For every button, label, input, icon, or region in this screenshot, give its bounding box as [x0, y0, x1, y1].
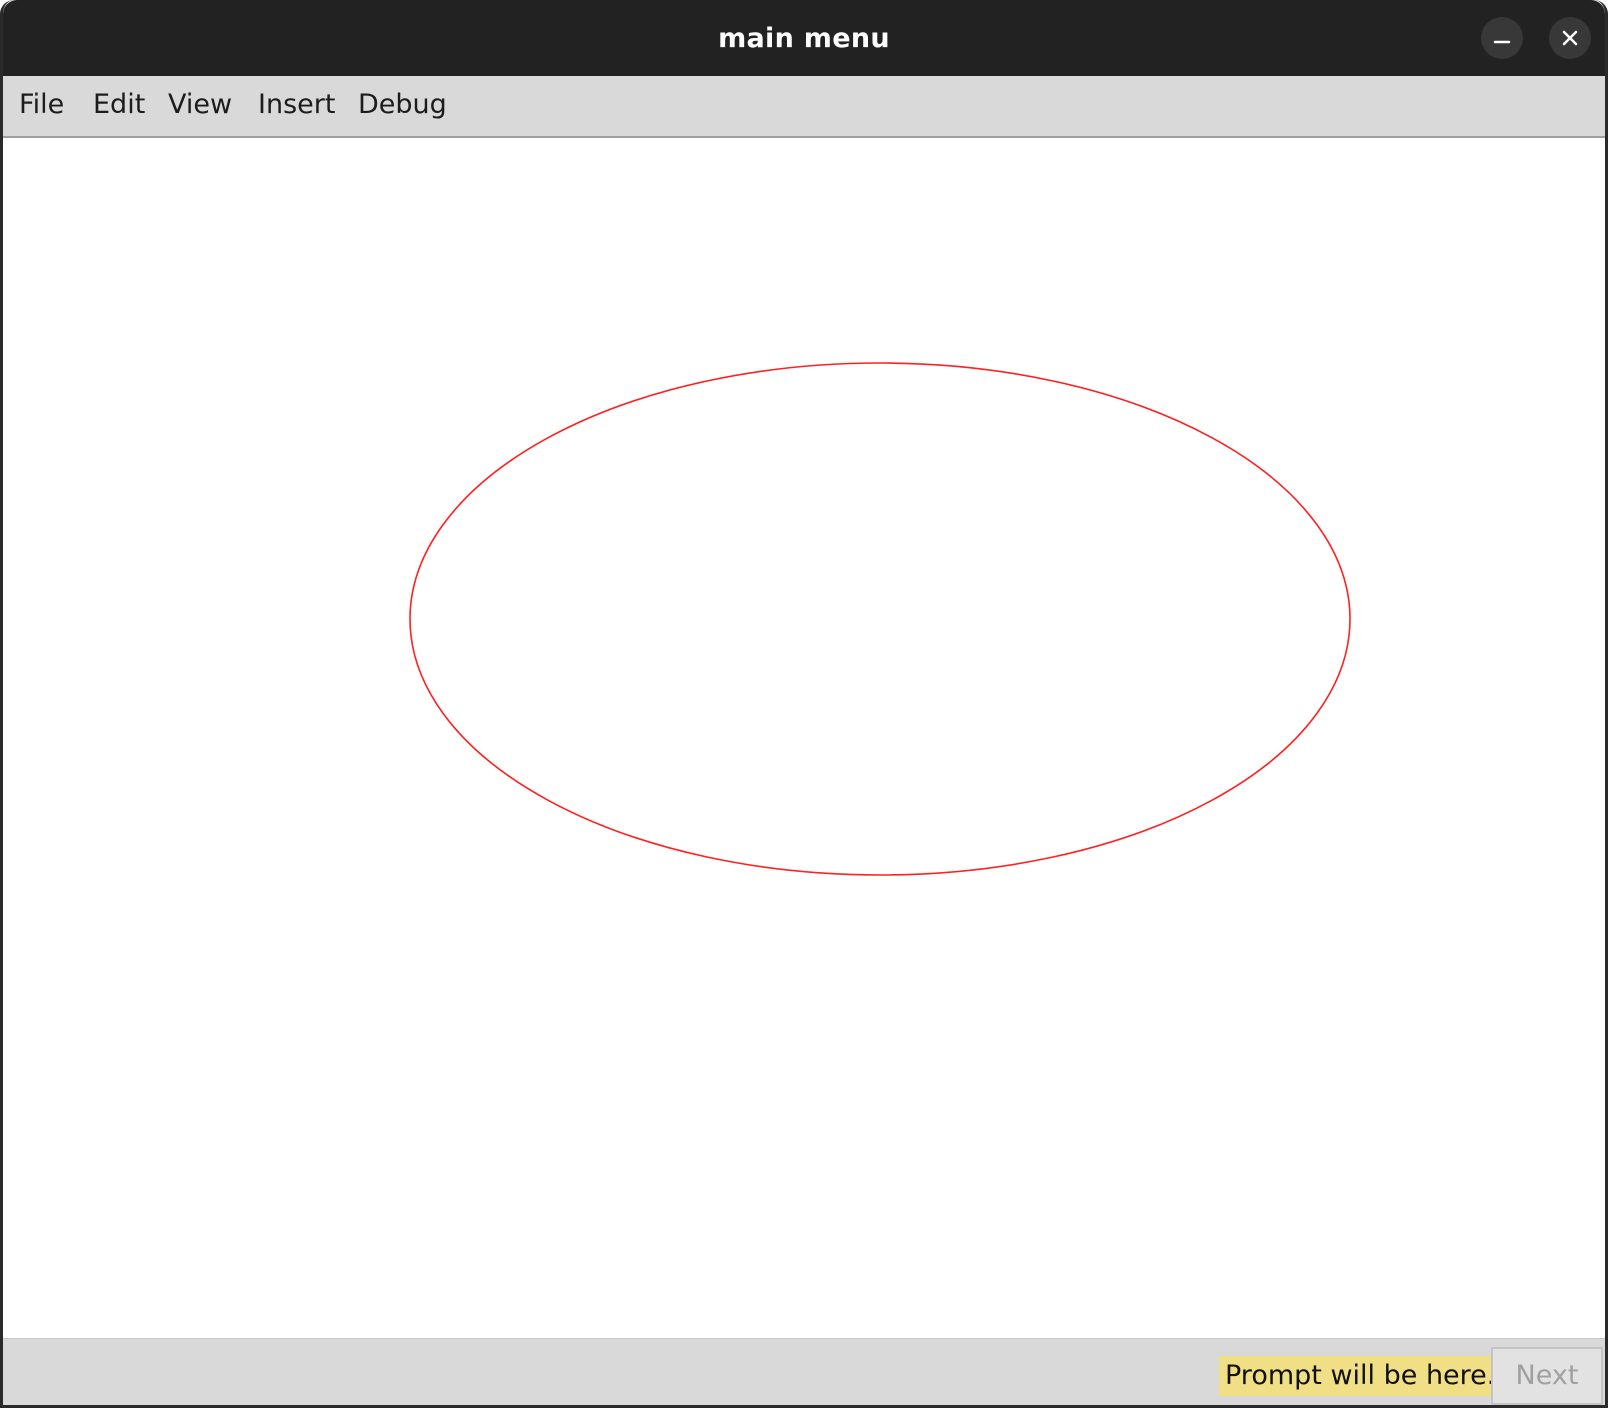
next-button[interactable]: Next: [1491, 1347, 1603, 1405]
menu-debug[interactable]: Debug: [358, 76, 447, 134]
menu-insert[interactable]: Insert: [258, 76, 335, 134]
close-icon: [1562, 30, 1578, 46]
minimize-icon: [1493, 40, 1511, 44]
red-ellipse[interactable]: [409, 362, 1351, 876]
window-title: main menu: [718, 23, 890, 54]
prompt-label: Prompt will be here.: [1219, 1356, 1502, 1396]
drawing-canvas[interactable]: [3, 138, 1605, 1338]
status-bar: Prompt will be here. Next: [3, 1338, 1605, 1405]
canvas-svg: [409, 362, 1351, 876]
menu-view[interactable]: View: [168, 76, 232, 134]
title-bar[interactable]: main menu: [3, 0, 1605, 76]
close-button[interactable]: [1549, 17, 1591, 59]
app-window: main menu File Edit View Insert Debug Pr…: [0, 0, 1608, 1408]
menu-bar: File Edit View Insert Debug: [3, 76, 1605, 138]
menu-file[interactable]: File: [19, 76, 64, 134]
menu-edit[interactable]: Edit: [93, 76, 145, 134]
minimize-button[interactable]: [1481, 17, 1523, 59]
